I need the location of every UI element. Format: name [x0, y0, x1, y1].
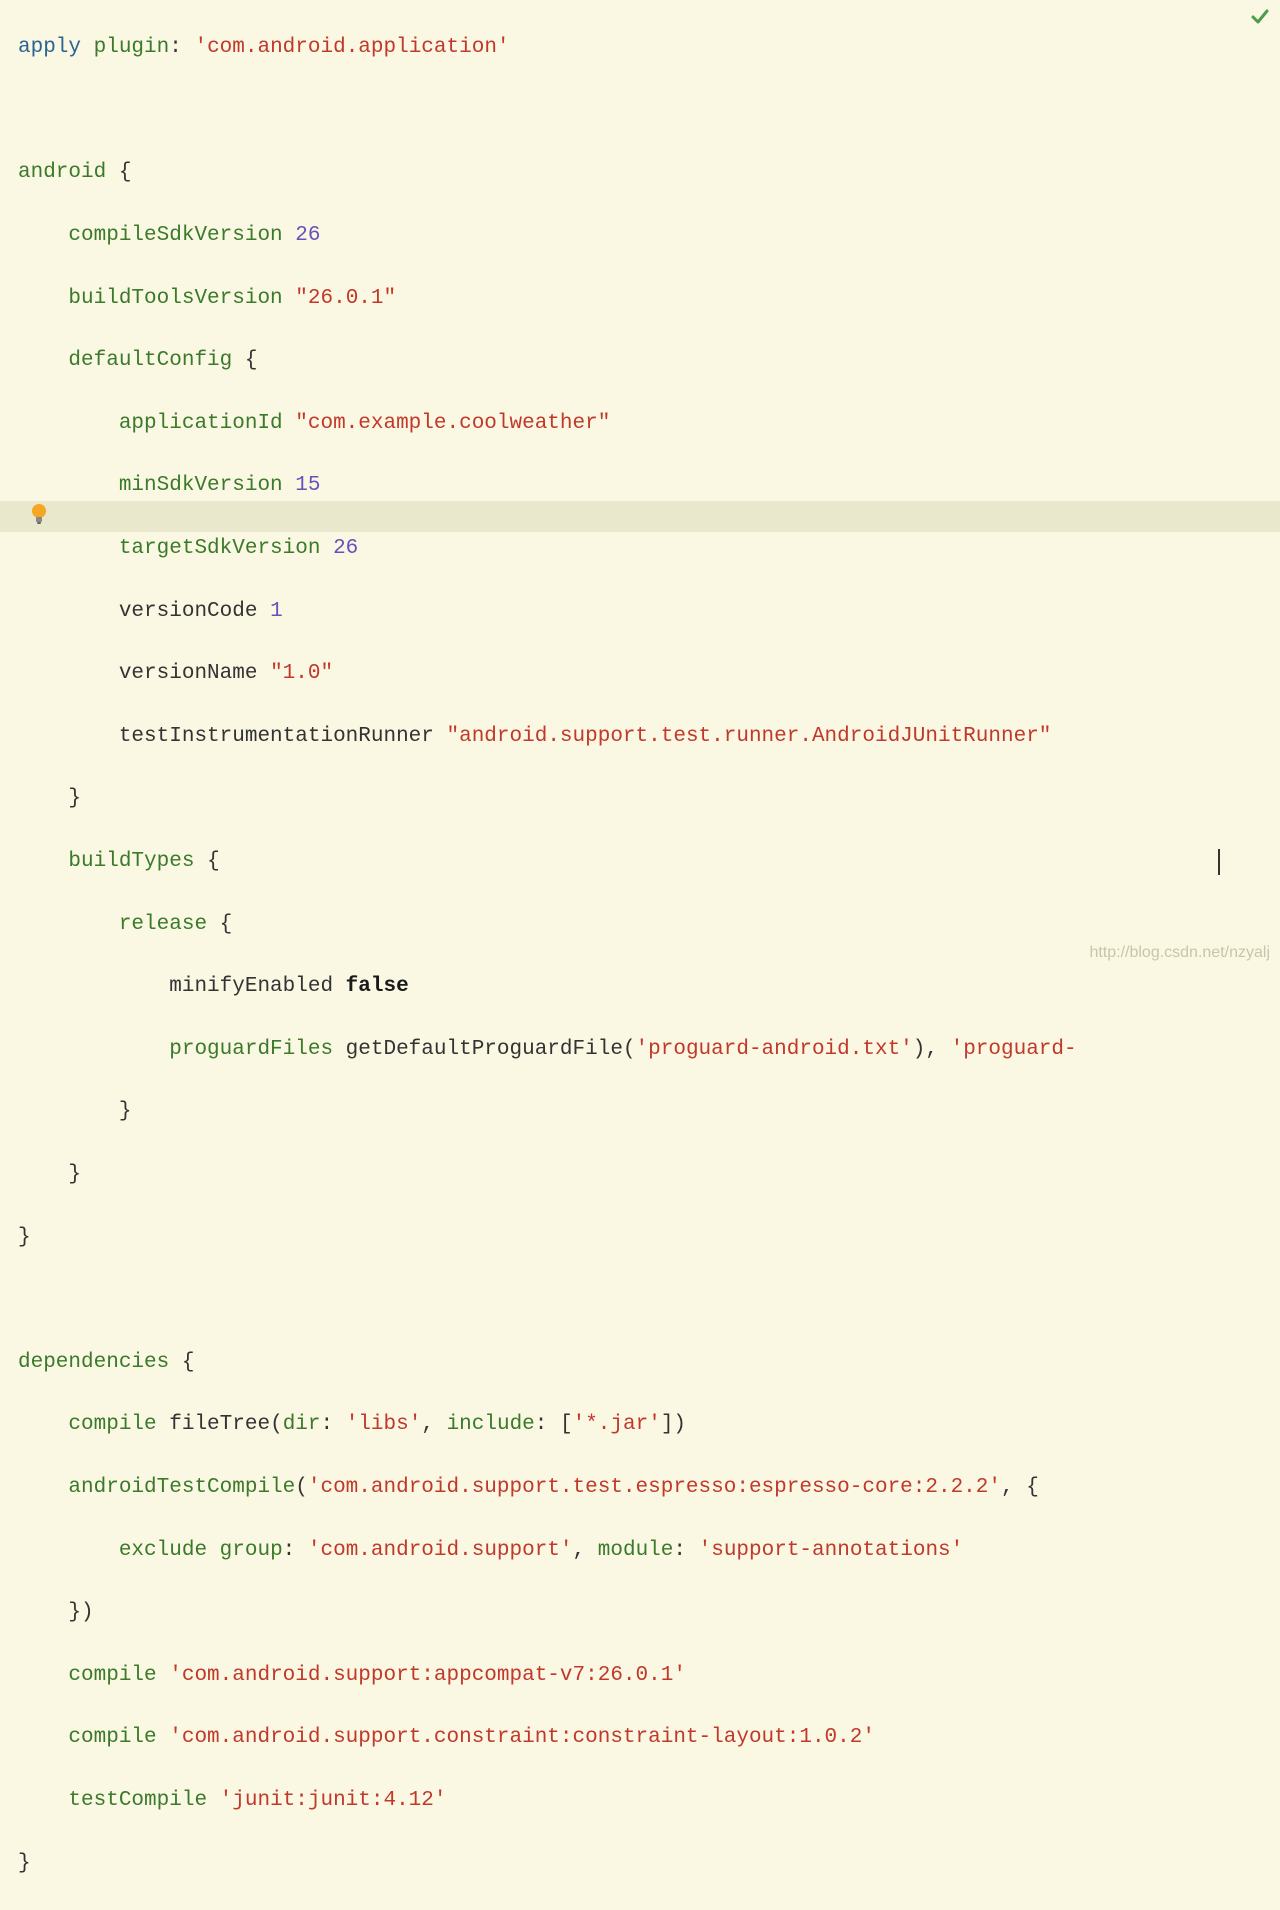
code-line: targetSdkVersion 26 [18, 533, 1280, 564]
code-line: apply plugin: 'com.android.application' [18, 32, 1280, 63]
code-line: applicationId "com.example.coolweather" [18, 408, 1280, 439]
code-line: }) [18, 1597, 1280, 1628]
code-line: } [18, 783, 1280, 814]
code-line: testInstrumentationRunner "android.suppo… [18, 721, 1280, 752]
code-line: } [18, 1096, 1280, 1127]
code-line: defaultConfig { [18, 345, 1280, 376]
code-line: release { [18, 909, 1280, 940]
code-line: versionCode 1 [18, 596, 1280, 627]
code-line [18, 95, 1280, 126]
code-line: proguardFiles getDefaultProguardFile('pr… [18, 1034, 1280, 1065]
code-line: } [18, 1848, 1280, 1879]
code-line: compile 'com.android.support:appcompat-v… [18, 1660, 1280, 1691]
code-line: compile 'com.android.support.constraint:… [18, 1722, 1280, 1753]
code-line [18, 1284, 1280, 1315]
code-line: compile fileTree(dir: 'libs', include: [… [18, 1409, 1280, 1440]
code-line: testCompile 'junit:junit:4.12' [18, 1785, 1280, 1816]
code-line: buildToolsVersion "26.0.1" [18, 283, 1280, 314]
code-line: } [18, 1222, 1280, 1253]
code-line: versionName "1.0" [18, 658, 1280, 689]
code-line: exclude group: 'com.android.support', mo… [18, 1535, 1280, 1566]
lightbulb-icon[interactable] [30, 503, 48, 527]
code-line: buildTypes { [18, 846, 1280, 877]
code-line: minSdkVersion 15 [18, 470, 1280, 501]
watermark-text: http://blog.csdn.net/nzyalj [1089, 937, 1270, 968]
code-line: androidTestCompile('com.android.support.… [18, 1472, 1280, 1503]
code-line: } [18, 1159, 1280, 1190]
code-line: minifyEnabled false [18, 971, 1280, 1002]
code-line: compileSdkVersion 26 [18, 220, 1280, 251]
code-line: android { [18, 157, 1280, 188]
code-line: dependencies { [18, 1347, 1280, 1378]
